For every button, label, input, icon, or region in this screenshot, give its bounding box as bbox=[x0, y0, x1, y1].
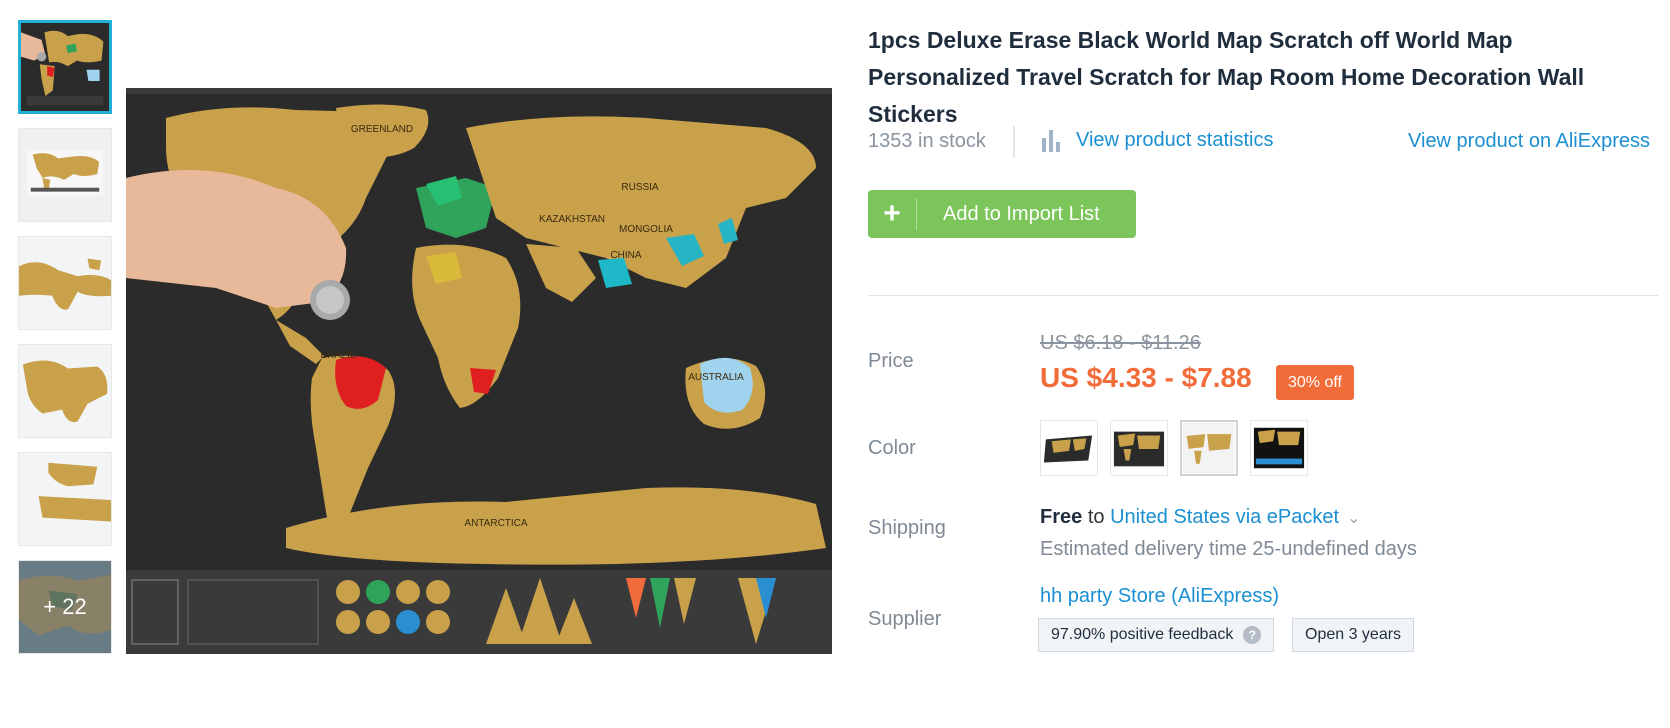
map-label-kazakhstan: KAZAKHSTAN bbox=[539, 214, 605, 225]
thumbnail-image bbox=[19, 345, 111, 437]
map-label-antarctica: ANTARCTICA bbox=[464, 518, 527, 529]
stock-count: 1353 in stock bbox=[868, 130, 986, 152]
supplier-store-link[interactable]: hh party Store (AliExpress) bbox=[1040, 585, 1279, 608]
shipping-label: Shipping bbox=[868, 517, 946, 539]
delivery-estimate: Estimated delivery time 25-undefined day… bbox=[1040, 538, 1417, 560]
thumbnail-3[interactable] bbox=[18, 236, 112, 330]
original-price: US $6.18 - $11.26 bbox=[1040, 332, 1201, 354]
thumbnail-image bbox=[19, 129, 111, 221]
divider bbox=[1013, 126, 1015, 158]
thumbnail-list: + 22 bbox=[18, 20, 114, 668]
button-divider bbox=[916, 198, 917, 230]
shipping-info: Free to United States via ePacket ⌄ bbox=[1040, 506, 1360, 529]
section-divider bbox=[868, 295, 1658, 296]
color-swatch-image bbox=[1252, 422, 1306, 474]
map-label-greenland: GREENLAND bbox=[351, 124, 413, 135]
discount-badge: 30% off bbox=[1276, 365, 1354, 400]
map-label-brazil: BRAZIL bbox=[320, 350, 355, 361]
supplier-label: Supplier bbox=[868, 608, 942, 630]
color-option-2[interactable] bbox=[1110, 420, 1168, 476]
color-option-4[interactable] bbox=[1250, 420, 1308, 476]
map-label-russia: RUSSIA bbox=[621, 182, 659, 193]
thumbnail-1[interactable] bbox=[18, 20, 112, 114]
view-statistics-label: View product statistics bbox=[1076, 128, 1274, 151]
view-statistics-link[interactable]: View product statistics bbox=[1040, 128, 1274, 152]
map-label-china: CHINA bbox=[610, 250, 641, 261]
thumbnail-image bbox=[19, 237, 111, 329]
add-to-import-list-button[interactable]: + Add to Import List bbox=[868, 190, 1136, 238]
bar-chart-icon bbox=[1042, 130, 1060, 152]
question-circle-icon[interactable]: ? bbox=[1243, 626, 1262, 644]
main-product-image: GREENLAND RUSSIA KAZAKHSTAN MONGOLIA CHINA BR… bbox=[126, 88, 832, 654]
map-label-australia: AUSTRALIA bbox=[688, 372, 744, 383]
thumbnail-2[interactable] bbox=[18, 128, 112, 222]
sale-price: US $4.33 - $7.88 bbox=[1040, 362, 1252, 393]
feedback-badge: 97.90% positive feedback ? bbox=[1038, 618, 1275, 652]
color-swatch-image bbox=[1042, 422, 1096, 474]
thumbnail-6[interactable]: + 22 bbox=[18, 560, 112, 654]
thumbnail-image bbox=[21, 23, 109, 111]
plus-icon: + bbox=[883, 197, 901, 230]
map-label-mongolia: MONGOLIA bbox=[619, 224, 673, 235]
product-title: 1pcs Deluxe Erase Black World Map Scratc… bbox=[868, 27, 1585, 127]
color-label: Color bbox=[868, 437, 916, 459]
shipping-destination: United States via ePacket bbox=[1110, 506, 1340, 528]
color-swatch-image bbox=[1183, 423, 1235, 473]
chevron-down-icon: ⌄ bbox=[1347, 510, 1361, 527]
price-label: Price bbox=[868, 350, 914, 372]
color-options bbox=[1040, 420, 1308, 476]
color-swatch-image bbox=[1112, 422, 1166, 474]
shipping-to-text: to bbox=[1087, 506, 1105, 528]
add-to-import-list-label: Add to Import List bbox=[943, 202, 1100, 225]
shipping-destination-dropdown[interactable]: United States via ePacket ⌄ bbox=[1110, 506, 1360, 528]
color-option-1[interactable] bbox=[1040, 420, 1098, 476]
shipping-cost: Free bbox=[1040, 506, 1083, 528]
color-option-3[interactable] bbox=[1180, 420, 1238, 476]
thumbnail-4[interactable] bbox=[18, 344, 112, 438]
more-images-count[interactable]: + 22 bbox=[19, 561, 111, 653]
thumbnail-5[interactable] bbox=[18, 452, 112, 546]
store-age-badge: Open 3 years bbox=[1292, 618, 1415, 652]
feedback-text: 97.90% positive feedback bbox=[1051, 626, 1234, 643]
view-on-aliexpress-link[interactable]: View product on AliExpress bbox=[1408, 130, 1650, 153]
thumbnail-image bbox=[19, 453, 111, 545]
